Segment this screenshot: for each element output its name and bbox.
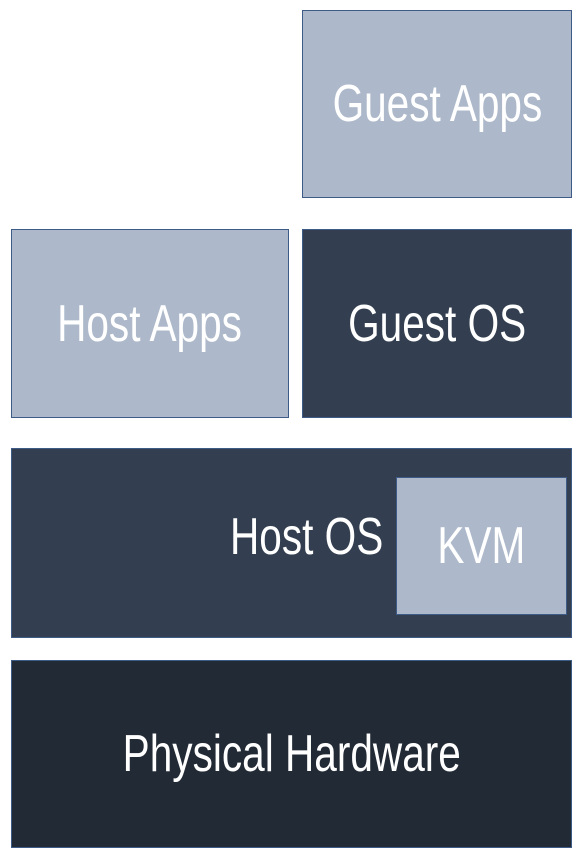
physical-hardware-label: Physical Hardware xyxy=(122,725,461,783)
host-apps-label: Host Apps xyxy=(57,294,243,353)
kvm-layer: KVM xyxy=(396,477,567,615)
guest-os-label: Guest OS xyxy=(347,294,527,353)
guest-apps-label: Guest Apps xyxy=(332,75,542,133)
kvm-label: KVM xyxy=(437,517,526,575)
guest-os-layer: Guest OS xyxy=(302,229,572,418)
host-apps-layer: Host Apps xyxy=(11,229,289,418)
guest-apps-layer: Guest Apps xyxy=(302,10,572,198)
physical-hardware-layer: Physical Hardware xyxy=(11,660,572,848)
host-os-label: Host OS xyxy=(230,508,384,566)
